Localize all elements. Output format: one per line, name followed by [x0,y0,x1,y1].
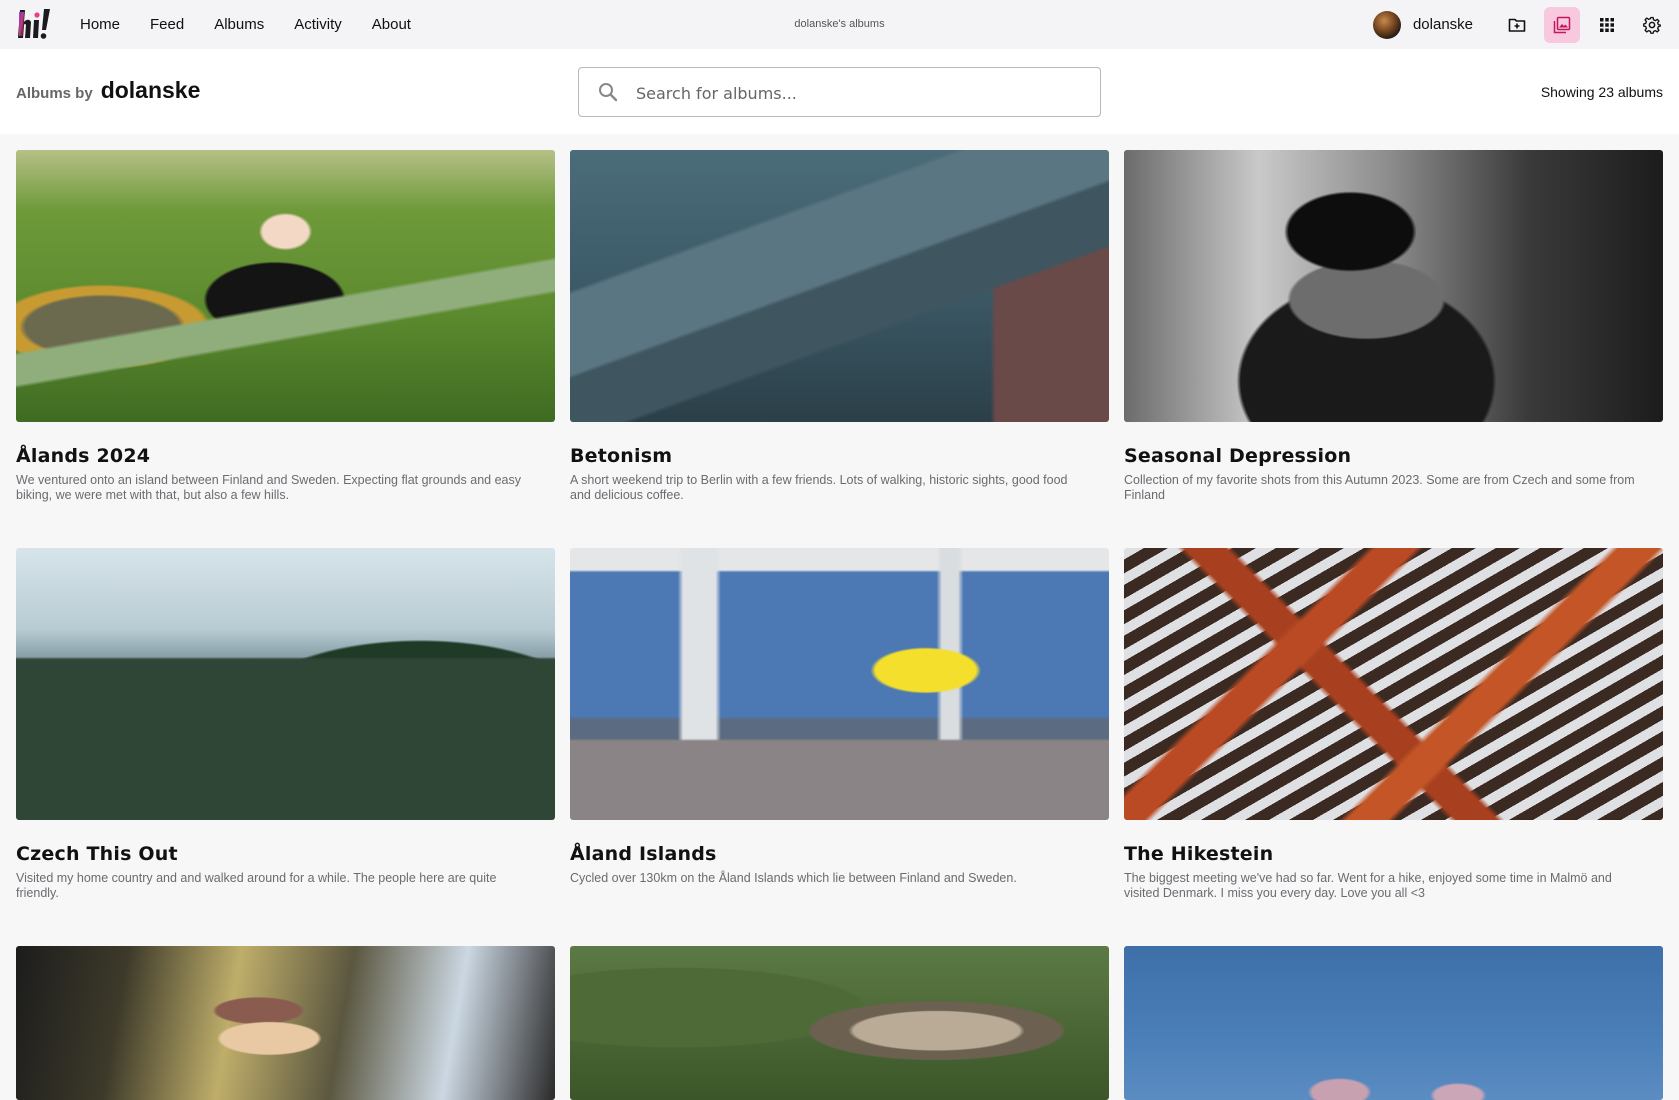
album-title[interactable]: Seasonal Depression [1124,445,1663,467]
album-card[interactable] [570,946,1109,1100]
album-cover-image[interactable] [1124,150,1663,422]
album-card[interactable] [16,946,555,1100]
album-description: The biggest meeting we've had so far. We… [1124,871,1612,900]
main-nav: Home Feed Albums Activity About [80,0,441,49]
album-description: We ventured onto an island between Finla… [16,473,521,502]
albums-by-label: Albums by [16,85,93,102]
albums-header: Albums by dolanske Showing 23 albums [0,49,1679,134]
nav-home[interactable]: Home [80,16,120,33]
nav-feed[interactable]: Feed [150,16,184,33]
album-cover-image[interactable] [1124,946,1663,1100]
album-card[interactable] [1124,946,1663,1100]
nav-about[interactable]: About [372,16,411,33]
settings-button[interactable] [1634,7,1670,43]
apps-button[interactable] [1589,7,1625,43]
albums-owner-name[interactable]: dolanske [101,77,201,104]
nav-activity[interactable]: Activity [294,16,342,33]
album-card[interactable]: Seasonal Depression Collection of my fav… [1124,150,1663,503]
album-description: A short weekend trip to Berlin with a fe… [570,473,1068,502]
apps-grid-icon [1600,17,1614,32]
album-count: Showing 23 albums [1540,84,1663,100]
search-input[interactable] [636,80,1076,106]
album-title[interactable]: Åland Islands [570,843,1109,865]
album-grid: Ålands 2024 We ventured onto an island b… [0,134,1679,1100]
album-card[interactable]: The Hikestein The biggest meeting we've … [1124,548,1663,901]
avatar[interactable] [1372,10,1401,39]
gear-icon [1643,16,1661,34]
folder-plus-icon [1508,18,1526,32]
my-albums-button[interactable] [1544,6,1580,43]
album-description: Cycled over 130km on the Åland Islands w… [570,871,1017,885]
album-cover-image[interactable] [16,946,555,1100]
nav-albums[interactable]: Albums [214,16,264,33]
user-controls: dolanske [1372,0,1679,49]
album-cover-image[interactable] [570,548,1109,820]
album-description: Visited my home country and and walked a… [16,871,497,900]
hi-logo-icon[interactable] [16,6,52,42]
album-title[interactable]: Ålands 2024 [16,445,555,467]
username-link[interactable]: dolanske [1413,16,1473,33]
album-title[interactable]: Czech This Out [16,843,555,865]
album-cover-image[interactable] [16,548,555,820]
create-album-button[interactable] [1499,7,1535,43]
album-card[interactable]: Ålands 2024 We ventured onto an island b… [16,150,555,503]
album-title[interactable]: The Hikestein [1124,843,1663,865]
album-cover-image[interactable] [1124,548,1663,820]
album-card[interactable]: Åland Islands Cycled over 130km on the Å… [570,548,1109,886]
album-cover-image[interactable] [570,946,1109,1100]
album-search[interactable] [578,67,1101,117]
top-navbar: Home Feed Albums Activity About dolanske… [0,0,1679,49]
search-icon [599,83,618,102]
album-card[interactable]: Betonism A short weekend trip to Berlin … [570,150,1109,503]
album-card[interactable]: Czech This Out Visited my home country a… [16,548,555,901]
album-title[interactable]: Betonism [570,445,1109,467]
album-cover-image[interactable] [16,150,555,422]
gallery-icon [1553,16,1571,33]
albums-by-heading: Albums by dolanske [16,77,200,104]
album-description: Collection of my favorite shots from thi… [1124,473,1635,502]
album-cover-image[interactable] [570,150,1109,422]
